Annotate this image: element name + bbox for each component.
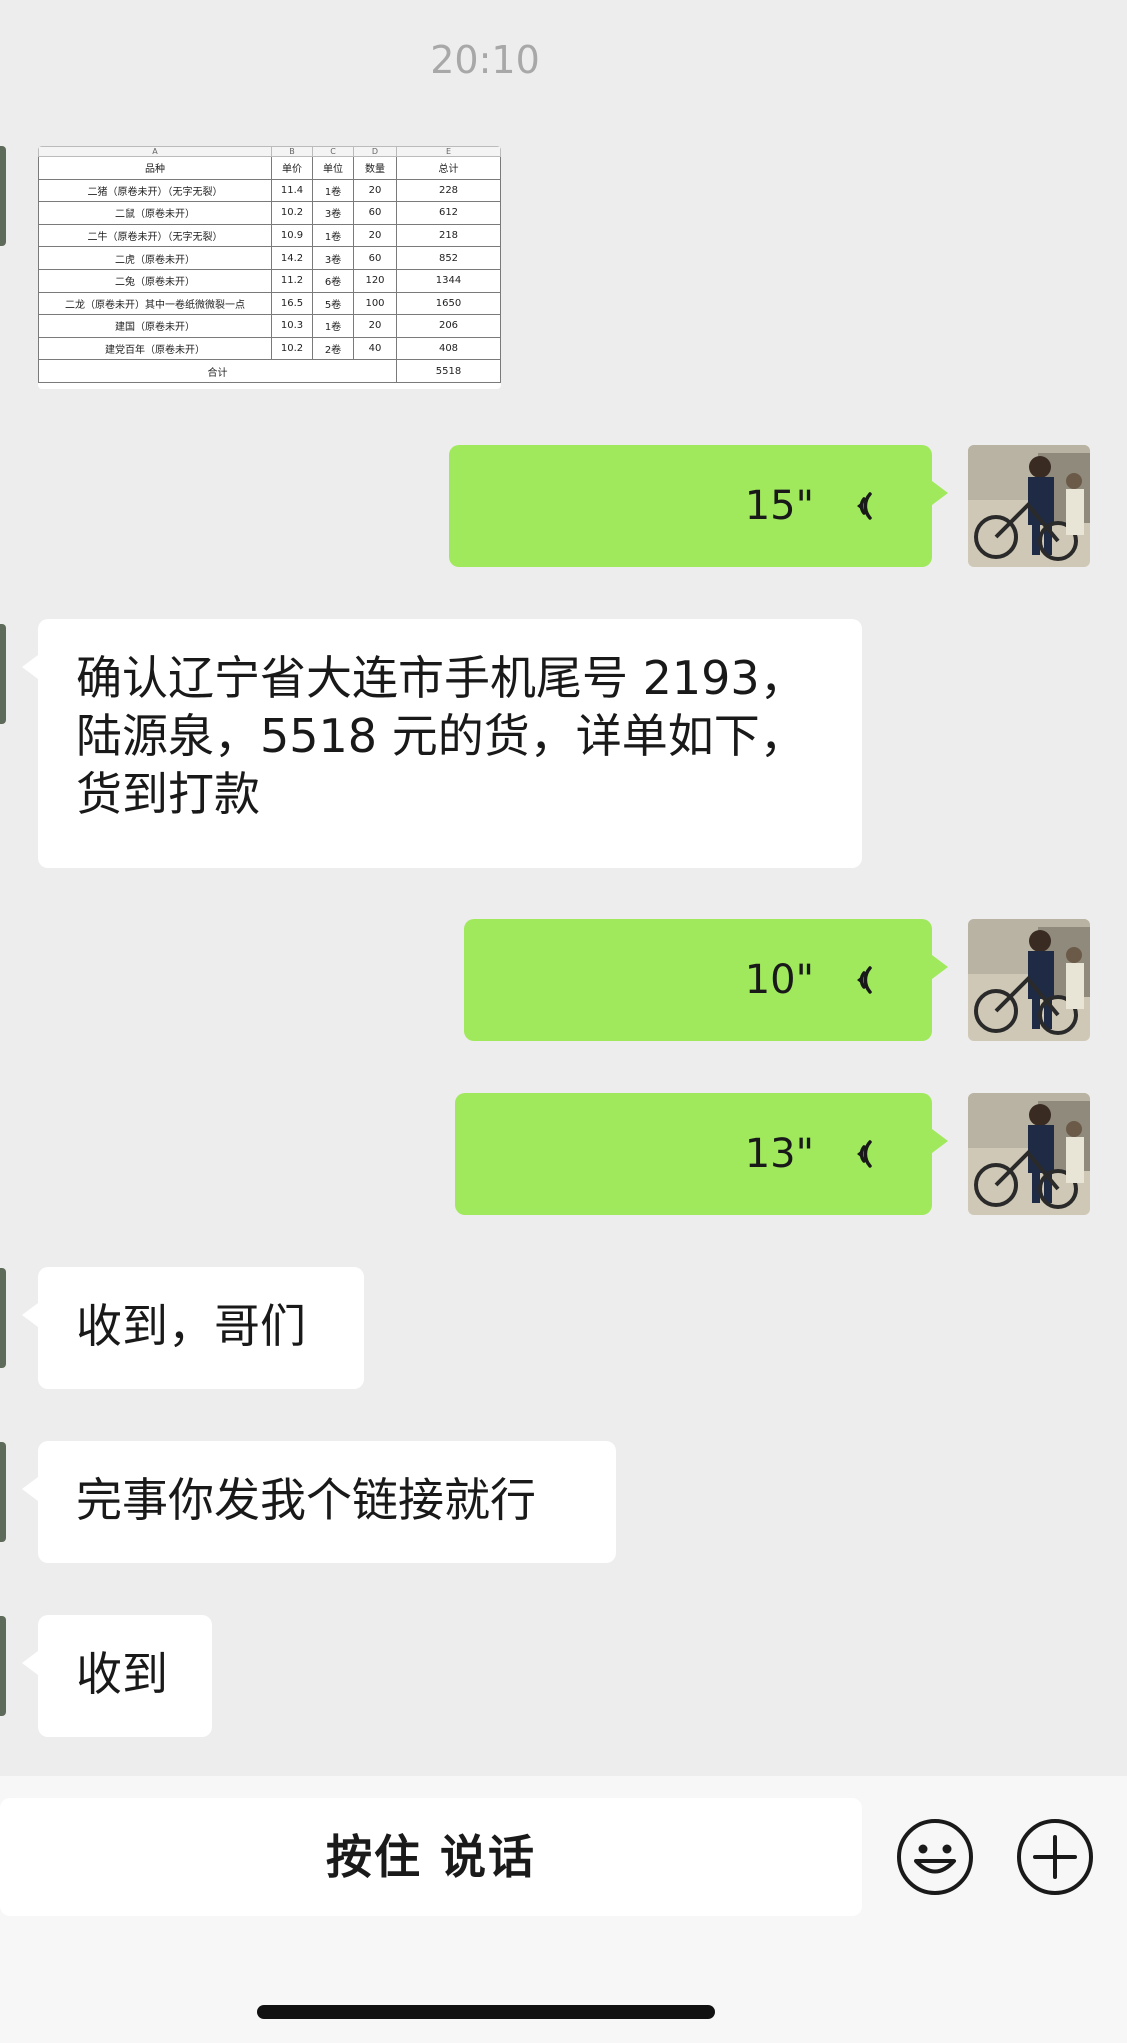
table-total-row: 合计 5518	[38, 359, 501, 383]
table-cell: 3卷	[312, 201, 354, 225]
header-cell: 单位	[312, 156, 354, 180]
text-message-received[interactable]: 收到	[22, 1615, 212, 1737]
table-cell: 10.3	[271, 314, 313, 338]
message-text: 完事你发我个链接就行	[76, 1473, 536, 1527]
table-cell: 1卷	[312, 314, 354, 338]
table-cell: 11.4	[271, 178, 313, 203]
header-cell: 单价	[271, 156, 313, 180]
voice-duration: 13"	[744, 1131, 814, 1177]
emoji-icon[interactable]	[896, 1818, 974, 1896]
table-cell: 11.2	[271, 268, 313, 293]
voice-message-sent[interactable]: 13"	[455, 1093, 948, 1215]
table-header-row: 品种 单价 单位 数量 总计	[38, 156, 501, 180]
column-letter-row: A B C D E	[38, 146, 501, 157]
table-cell: 1卷	[312, 223, 354, 248]
table-cell: 10.2	[271, 336, 313, 361]
table-row: 二猪（原卷未开）（无字无裂） 11.4 1卷 20 228	[38, 178, 501, 203]
table-cell: 20	[353, 314, 397, 338]
table-cell: 二虎（原卷未开）	[38, 246, 272, 270]
voice-wave-icon	[857, 966, 872, 994]
table-cell: 100	[353, 291, 397, 316]
table-cell: 二兔（原卷未开）	[38, 268, 272, 293]
voice-wave-icon	[857, 492, 872, 520]
table-row: 建党百年（原卷未开） 10.2 2卷 40 408	[38, 336, 501, 361]
user-avatar[interactable]	[968, 445, 1090, 567]
spreadsheet-image-message[interactable]: A B C D E 品种 单价 单位 数量 总计 二猪（原卷未开）（无字无裂） …	[38, 146, 501, 389]
table-cell: 20	[353, 223, 397, 248]
home-indicator[interactable]	[257, 2005, 715, 2019]
contact-avatar-edge[interactable]	[0, 1442, 6, 1542]
table-cell: 852	[396, 246, 501, 270]
message-text: 确认辽宁省大连市手机尾号 2193，陆源泉，5518 元的货，详单如下，货到打款	[76, 651, 806, 821]
contact-avatar-edge[interactable]	[0, 624, 6, 724]
table-row: 二鼠（原卷未开） 10.2 3卷 60 612	[38, 201, 501, 225]
voice-message-sent[interactable]: 10"	[464, 919, 948, 1041]
column-letter: D	[353, 146, 397, 157]
table-cell: 20	[353, 178, 397, 203]
table-cell: 1卷	[312, 178, 354, 203]
table-cell: 40	[353, 336, 397, 361]
table-cell: 612	[396, 201, 501, 225]
header-cell: 总计	[396, 156, 501, 180]
table-cell: 218	[396, 223, 501, 248]
table-cell: 2卷	[312, 336, 354, 361]
table-cell: 228	[396, 178, 501, 203]
table-cell: 14.2	[271, 246, 313, 270]
header-cell: 品种	[38, 156, 272, 180]
user-avatar[interactable]	[968, 1093, 1090, 1215]
voice-duration: 10"	[744, 957, 814, 1003]
table-cell: 5卷	[312, 291, 354, 316]
header-cell: 数量	[353, 156, 397, 180]
column-letter: E	[396, 146, 501, 157]
spreadsheet-table: A B C D E 品种 单价 单位 数量 总计 二猪（原卷未开）（无字无裂） …	[38, 146, 501, 383]
plus-icon[interactable]	[1016, 1818, 1094, 1896]
contact-avatar-edge[interactable]	[0, 146, 6, 246]
table-cell: 二牛（原卷未开）（无字无裂）	[38, 223, 272, 248]
table-row: 建国（原卷未开） 10.3 1卷 20 206	[38, 314, 501, 338]
column-letter: B	[271, 146, 313, 157]
text-message-received[interactable]: 收到，哥们	[22, 1267, 364, 1389]
user-avatar[interactable]	[968, 919, 1090, 1041]
voice-message-sent[interactable]: 15"	[449, 445, 948, 567]
table-cell: 408	[396, 336, 501, 361]
table-cell: 206	[396, 314, 501, 338]
table-cell: 60	[353, 246, 397, 270]
voice-duration: 15"	[744, 483, 814, 529]
table-cell: 二龙（原卷未开）其中一卷纸微微裂一点	[38, 291, 272, 316]
text-message-received[interactable]: 完事你发我个链接就行	[22, 1441, 616, 1563]
table-cell: 1344	[396, 268, 501, 293]
table-cell: 60	[353, 201, 397, 225]
voice-wave-icon	[857, 1140, 872, 1168]
table-cell: 6卷	[312, 268, 354, 293]
message-text: 收到	[76, 1647, 168, 1701]
table-cell: 120	[353, 268, 397, 293]
column-letter: A	[38, 146, 272, 157]
table-row: 二虎（原卷未开） 14.2 3卷 60 852	[38, 246, 501, 270]
table-cell: 建党百年（原卷未开）	[38, 336, 272, 361]
table-row: 二牛（原卷未开）（无字无裂） 10.9 1卷 20 218	[38, 223, 501, 248]
table-cell: 二鼠（原卷未开）	[38, 201, 272, 225]
column-letter: C	[312, 146, 354, 157]
total-label-cell: 合计	[38, 359, 397, 383]
table-row: 二兔（原卷未开） 11.2 6卷 120 1344	[38, 268, 501, 293]
text-message-received[interactable]: 确认辽宁省大连市手机尾号 2193，陆源泉，5518 元的货，详单如下，货到打款	[22, 619, 862, 868]
table-cell: 1650	[396, 291, 501, 316]
table-cell: 16.5	[271, 291, 313, 316]
table-row: 二龙（原卷未开）其中一卷纸微微裂一点 16.5 5卷 100 1650	[38, 291, 501, 316]
table-cell: 建国（原卷未开）	[38, 314, 272, 338]
contact-avatar-edge[interactable]	[0, 1616, 6, 1716]
message-text: 收到，哥们	[76, 1299, 306, 1353]
contact-avatar-edge[interactable]	[0, 1268, 6, 1368]
table-cell: 10.2	[271, 201, 313, 225]
hold-to-talk-button[interactable]: 按住 说话	[0, 1798, 862, 1916]
table-cell: 10.9	[271, 223, 313, 248]
table-cell: 二猪（原卷未开）（无字无裂）	[38, 178, 272, 203]
message-timestamp: 20:10	[430, 38, 540, 82]
total-value-cell: 5518	[396, 359, 501, 383]
chat-input-bar: 按住 说话	[0, 1776, 1127, 2043]
table-cell: 3卷	[312, 246, 354, 270]
